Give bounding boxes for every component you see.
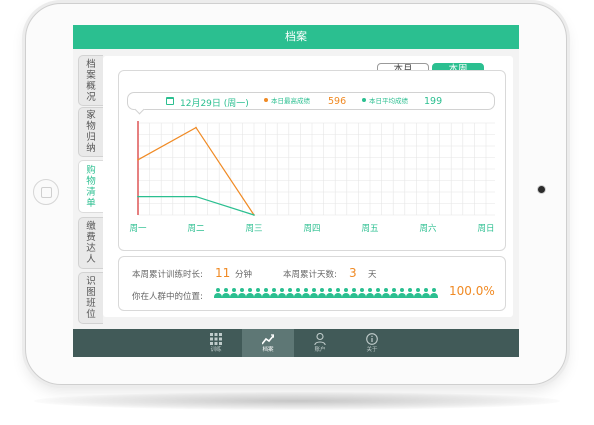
side-tab-picture[interactable]: 识图班位 — [78, 272, 103, 324]
person-icon — [262, 288, 270, 298]
x-tick-label: 周五 — [361, 224, 379, 234]
person-icon — [326, 288, 334, 298]
stats-card: 本周累计训练时长: 11 分钟 本周累计天数: 3 天 你在人群中的位置: 10… — [118, 256, 506, 311]
x-tick-label: 周六 — [419, 223, 437, 234]
person-icon — [350, 288, 358, 298]
x-tick-label: 周三 — [245, 224, 262, 234]
person-icon — [414, 288, 422, 298]
person-icon — [390, 288, 398, 298]
data-point — [195, 126, 197, 129]
person-icon — [278, 288, 286, 298]
training-days-unit: 天 — [368, 270, 377, 280]
grid-icon — [210, 333, 222, 345]
person-icon — [334, 288, 342, 298]
x-tick-label: 周四 — [303, 224, 320, 234]
person-icon — [254, 288, 262, 298]
data-point — [195, 195, 197, 198]
x-tick-label: 周一 — [129, 224, 147, 234]
nav-archive[interactable]: 档案 — [242, 329, 294, 357]
person-icon — [270, 288, 278, 298]
person-icon — [294, 288, 302, 298]
home-button[interactable] — [33, 179, 59, 205]
nav-label: 训练 — [210, 347, 222, 353]
side-tab-label: 识图班位 — [86, 276, 96, 320]
person-icon — [230, 288, 238, 298]
device-shadow — [34, 392, 560, 410]
nav-account[interactable]: 账户 — [294, 329, 346, 357]
bottom-nav-bar: 训练 档案 账户 关于 — [73, 329, 519, 357]
x-tick-label: 周日 — [477, 224, 494, 234]
nav-label: 账户 — [314, 347, 326, 353]
data-point — [137, 159, 139, 161]
person-icon — [302, 288, 310, 298]
x-tick-label: 周二 — [187, 224, 205, 234]
training-time-label: 本周累计训练时长: — [132, 270, 203, 280]
person-icon — [246, 288, 254, 298]
person-icon — [406, 288, 414, 298]
person-icon — [310, 288, 318, 298]
user-icon — [314, 333, 326, 345]
data-point — [137, 195, 139, 198]
person-icon — [358, 288, 366, 298]
person-icon — [430, 288, 438, 298]
person-icon — [398, 288, 406, 298]
nav-label: 档案 — [262, 347, 274, 353]
person-icon — [342, 288, 350, 298]
weekly-line-chart: 周一 周二 周三 周四 周五 周六 周日 — [129, 121, 495, 234]
rank-label: 你在人群中的位置: — [132, 292, 203, 302]
person-icon — [222, 288, 230, 298]
chart-icon — [262, 334, 274, 345]
training-days-label: 本周累计天数: — [283, 270, 337, 280]
training-time-unit: 分钟 — [235, 270, 253, 280]
app-screen: 档案 档案概况 家物归纳 购物清单 缴费达人 识图班位 本月 本周 12月29日… — [73, 25, 519, 357]
person-icon — [286, 288, 294, 298]
person-icon — [366, 288, 374, 298]
rank-percentage: 100.0% — [449, 284, 495, 298]
person-icon — [382, 288, 390, 298]
person-icon — [214, 288, 222, 298]
person-icon — [318, 288, 326, 298]
person-icon — [422, 288, 430, 298]
nav-about[interactable]: 关于 — [346, 329, 398, 357]
training-time-value: 11 — [215, 266, 231, 280]
nav-training[interactable]: 训练 — [190, 329, 242, 357]
person-icon — [374, 288, 382, 298]
camera-icon — [538, 186, 545, 193]
training-days-value: 3 — [349, 266, 357, 280]
people-rank-row — [214, 288, 438, 300]
data-point — [253, 214, 255, 216]
info-icon — [366, 333, 378, 345]
nav-label: 关于 — [366, 347, 378, 353]
person-icon — [238, 288, 246, 298]
